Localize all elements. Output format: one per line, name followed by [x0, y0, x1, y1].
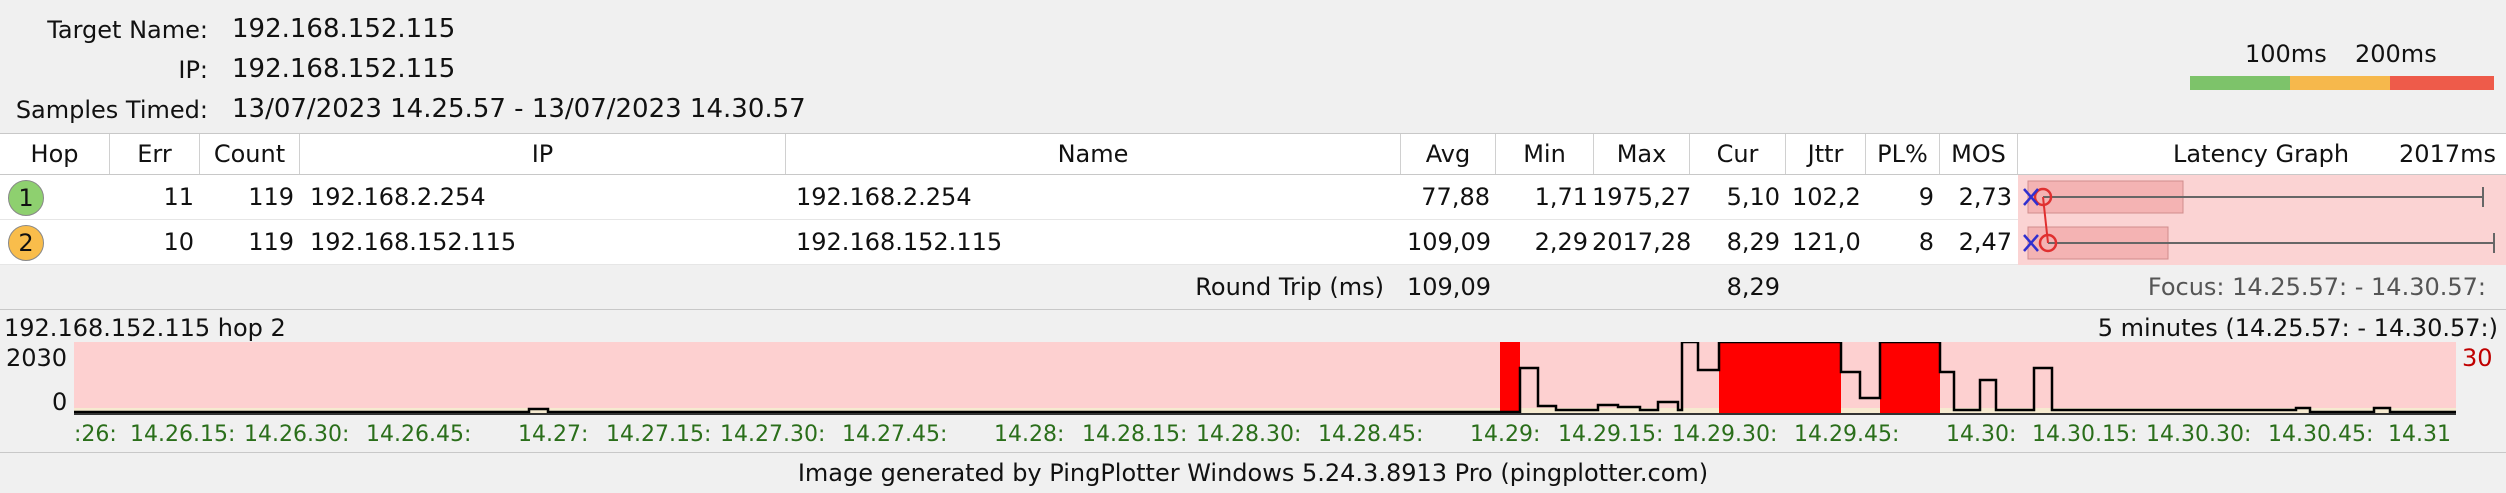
round-trip-cur: 8,29 — [1726, 273, 1780, 301]
col-err[interactable]: Err — [110, 134, 200, 174]
x-tick: 14.28.15: — [1082, 422, 1188, 447]
timeline-range: 5 minutes (14.25.57: - 14.30.57:) — [2097, 314, 2498, 342]
x-tick: 14.29.30: — [1672, 422, 1778, 447]
hop-count: 119 — [248, 228, 294, 256]
hop-count: 119 — [248, 183, 294, 211]
x-tick: 14.27.30: — [720, 422, 826, 447]
col-cur[interactable]: Cur — [1690, 134, 1786, 174]
hop-mos: 2,47 — [1958, 228, 2012, 256]
hop-min: 2,29 — [1534, 228, 1588, 256]
round-trip-row: Round Trip (ms) 109,09 8,29 Focus: 14.25… — [0, 265, 2506, 310]
x-tick: 14.28.30: — [1196, 422, 1302, 447]
col-name[interactable]: Name — [786, 134, 1401, 174]
x-tick: 14.28: — [994, 422, 1065, 447]
hop-err: 11 — [163, 183, 194, 211]
col-count[interactable]: Count — [200, 134, 300, 174]
x-tick: 14.30.30: — [2146, 422, 2252, 447]
hop-max: 1975,27 — [1592, 183, 1690, 211]
hop-badge: 1 — [8, 180, 44, 216]
hop-badge: 2 — [8, 225, 44, 261]
samples-timed-label: Samples Timed: — [15, 96, 208, 124]
scale-yellow-segment — [2290, 76, 2390, 90]
hop-err: 10 — [163, 228, 194, 256]
timeline-title: 192.168.152.115 hop 2 — [4, 314, 286, 342]
x-tick: 14.30: — [1946, 422, 2017, 447]
x-tick: 14.26.15: — [130, 422, 236, 447]
col-min[interactable]: Min — [1496, 134, 1594, 174]
timeline-background — [74, 342, 2456, 414]
timeline-y-min: 0 — [52, 388, 68, 416]
col-jttr[interactable]: Jttr — [1786, 134, 1866, 174]
x-tick: 14.29.45: — [1794, 422, 1900, 447]
col-avg[interactable]: Avg — [1401, 134, 1496, 174]
latency-graph-max: 2017ms — [2399, 140, 2496, 168]
x-tick: 14.28.45: — [1318, 422, 1424, 447]
x-tick: 14.30.45: — [2268, 422, 2374, 447]
hop-name: 192.168.152.115 — [796, 228, 1003, 256]
x-tick: 14.30.15: — [2032, 422, 2138, 447]
x-tick: 14.27.15: — [606, 422, 712, 447]
scale-green-segment — [2190, 76, 2290, 90]
hop-cur: 5,10 — [1726, 183, 1780, 211]
x-tick: 14.29: — [1470, 422, 1541, 447]
col-mos[interactable]: MOS — [1940, 134, 2018, 174]
latency-graph-mini — [2018, 175, 2506, 265]
col-latency-graph[interactable]: Latency Graph 2017ms — [2018, 134, 2506, 174]
target-name-value: 192.168.152.115 — [232, 14, 456, 44]
x-tick: :26: — [74, 422, 117, 447]
col-pl[interactable]: PL% — [1866, 134, 1940, 174]
hop-jttr: 102,2 — [1792, 183, 1861, 211]
x-tick: 14.31 — [2388, 422, 2451, 447]
x-tick: 14.29.15: — [1558, 422, 1664, 447]
target-name-label: Target Name: — [47, 16, 208, 44]
timeline-y-max: 2030 — [6, 344, 68, 372]
timeline-x-ticks: :26: 14.26.15: 14.26.30: 14.26.45: 14.27… — [0, 416, 2506, 452]
packet-loss-block — [1880, 342, 1940, 414]
latency-graph-title: Latency Graph — [2173, 140, 2350, 168]
hop-ip: 192.168.2.254 — [310, 183, 486, 211]
timeline-chart[interactable] — [74, 342, 2456, 416]
packet-loss-block — [1719, 342, 1841, 414]
hop-avg: 77,88 — [1421, 183, 1490, 211]
round-trip-avg: 109,09 — [1407, 273, 1491, 301]
col-ip[interactable]: IP — [300, 134, 786, 174]
hop-table-header: Hop Err Count IP Name Avg Min Max Cur Jt… — [0, 133, 2506, 175]
hop-mos: 2,73 — [1958, 183, 2012, 211]
hop-name: 192.168.2.254 — [796, 183, 972, 211]
timeline-right-value: 30 — [2462, 344, 2493, 372]
hop-pl: 8 — [1918, 228, 1934, 256]
packet-loss-block — [1500, 342, 1520, 414]
scale-red-segment — [2390, 76, 2494, 90]
x-tick: 14.26.30: — [244, 422, 350, 447]
x-tick: 14.27: — [518, 422, 589, 447]
hop-avg: 109,09 — [1407, 228, 1491, 256]
x-tick: 14.26.45: — [366, 422, 472, 447]
scale-100ms-label: 100ms — [2245, 40, 2327, 68]
focus-range: Focus: 14.25.57: - 14.30.57: — [2147, 273, 2486, 301]
footer-credit: Image generated by PingPlotter Windows 5… — [0, 452, 2506, 493]
round-trip-label: Round Trip (ms) — [1195, 273, 1384, 301]
hop-jttr: 121,0 — [1792, 228, 1861, 256]
col-max[interactable]: Max — [1594, 134, 1690, 174]
hop-max: 2017,28 — [1592, 228, 1690, 256]
hop-cur: 8,29 — [1726, 228, 1780, 256]
ip-value: 192.168.152.115 — [232, 54, 456, 84]
hop-pl: 9 — [1918, 183, 1934, 211]
col-hop[interactable]: Hop — [0, 134, 110, 174]
ip-label: IP: — [178, 56, 208, 84]
samples-timed-value: 13/07/2023 14.25.57 - 13/07/2023 14.30.5… — [232, 94, 806, 124]
x-tick: 14.27.45: — [842, 422, 948, 447]
hop-ip: 192.168.152.115 — [310, 228, 517, 256]
scale-200ms-label: 200ms — [2355, 40, 2437, 68]
hop-min: 1,71 — [1534, 183, 1588, 211]
